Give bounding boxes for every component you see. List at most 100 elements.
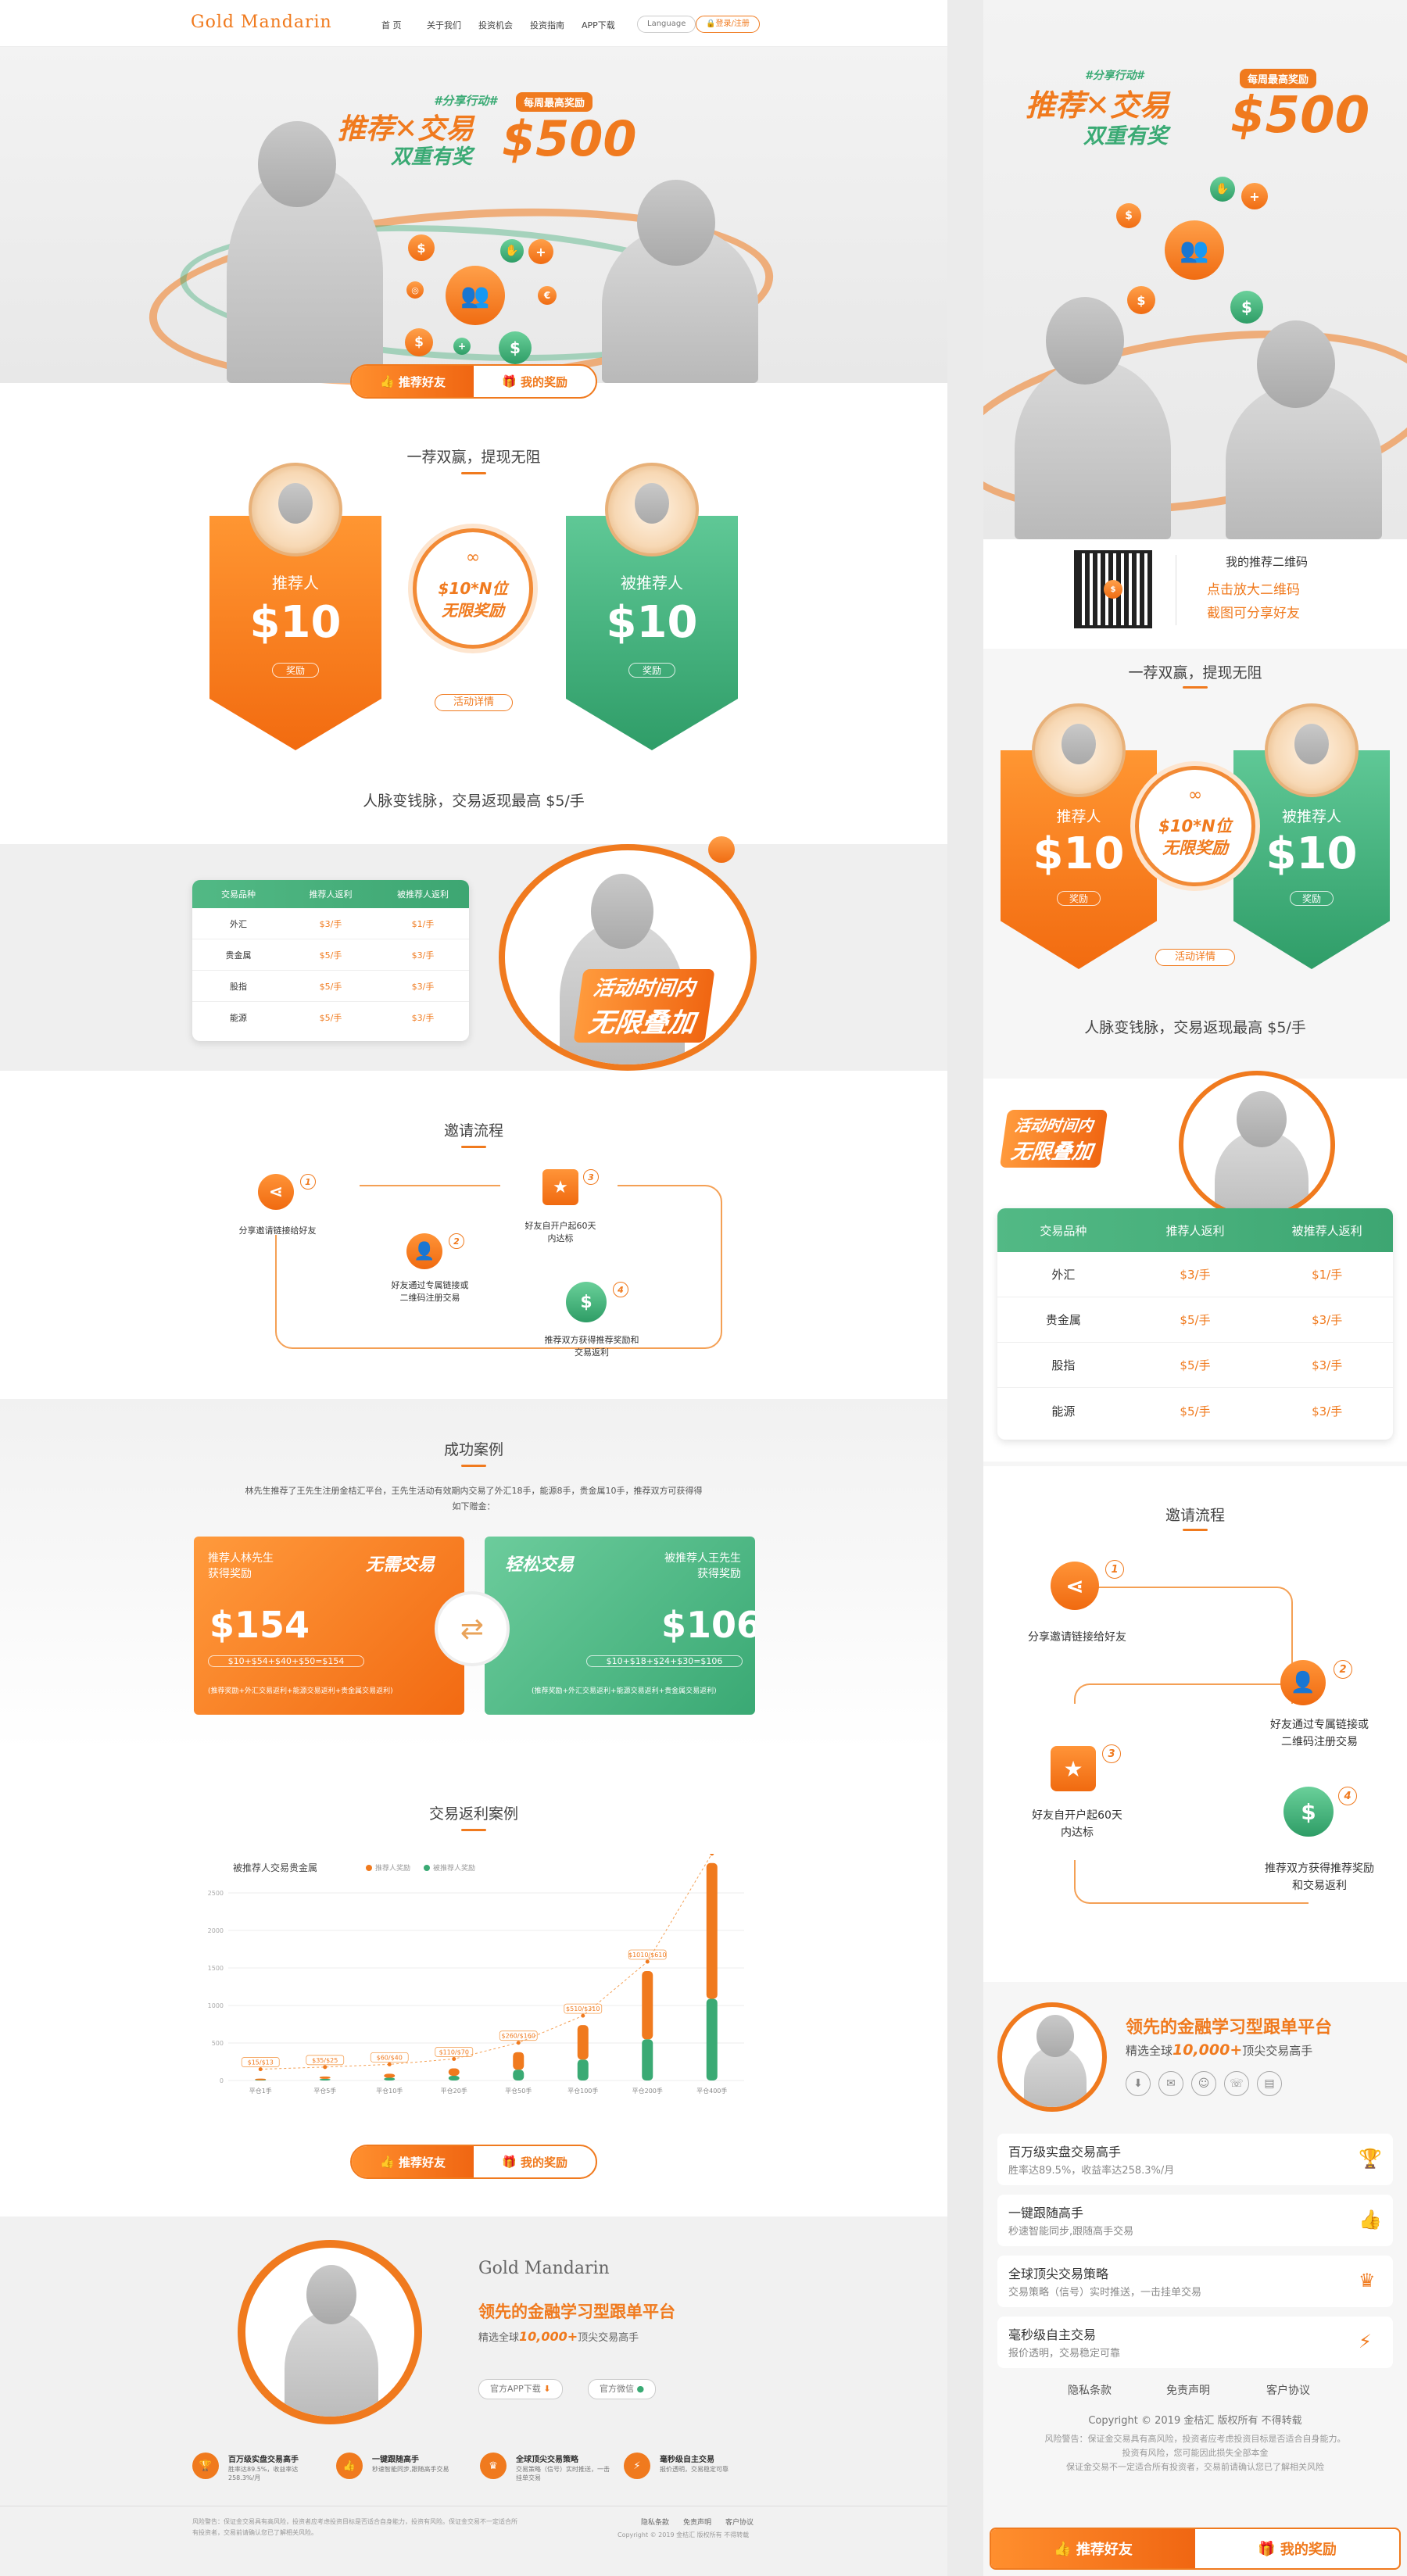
sub-pre: 精选全球 [1126,2044,1173,2058]
x-tick-label: 平仓200手 [632,2087,663,2095]
header-cell: 交易品种 [1040,1223,1087,1238]
mobile-promo-line-1: 活动时间内 [1013,1116,1095,1135]
nav-app[interactable]: APP下载 [582,19,615,31]
referrer-case-amount: $154 [209,1604,310,1646]
title-underline [1183,1529,1208,1531]
sub-post: 顶尖交易高手 [1242,2044,1313,2058]
activity-details-button[interactable]: 活动详情 [435,694,513,711]
table-cell: 外汇 [230,918,247,929]
refer-friend-tab[interactable]: 👍 推荐好友 [352,2146,474,2177]
app-btn-label: 官方APP下载 [490,2384,541,2394]
document-icon[interactable]: ▤ [1257,2071,1282,2096]
x-tick-label: 平仓400手 [696,2087,727,2095]
mobile-referee-medal [1265,703,1359,797]
gift-icon: 🎁 [502,374,521,388]
trend-point [645,1959,650,1964]
phone-icon[interactable]: ☏ [1224,2071,1249,2096]
feature-title: 毫秒级自主交易 [660,2456,714,2464]
app-download-button[interactable]: 官方APP下载 ⬇ [478,2379,563,2399]
mobile-hero: #分享行动# 推荐✕交易 双重有奖 每周最高奖励 $500 👥 ✋ + $ $ … [983,0,1407,542]
table-cell: $1/手 [1312,1268,1343,1282]
data-label: $15/$13 [248,2059,274,2066]
sub-post: 顶尖交易高手 [578,2332,639,2344]
nav-about[interactable]: 关于我们 [427,19,461,31]
mobile-table-header: 交易品种 推荐人返利 被推荐人返利 [997,1208,1393,1252]
referee-case-slogan: 轻松交易 [505,1555,575,1575]
hero-banner: #分享行动# 推荐✕交易 双重有奖 每周最高奖励 $500 👥 $ ✋ + $ … [0,47,947,405]
my-rewards-tab[interactable]: 🎁 我的奖励 [474,2146,596,2177]
trend-point [710,1854,714,1856]
table-header: 交易品种 推荐人返利 被推荐人返利 [192,880,469,908]
chat-icon[interactable]: ✉ [1158,2071,1183,2096]
table-cell: $5/手 [1180,1358,1211,1372]
my-rewards-tab[interactable]: 🎁 我的奖励 [474,366,596,397]
mobile-footer-woman-head [1036,2015,1074,2057]
nav-home[interactable]: 首 页 [381,19,402,31]
feature-title: 一键跟随高手 [1008,2206,1084,2220]
mobile-referee-amount: $10 [1266,828,1358,879]
section-title-success: 成功案例 [443,1441,503,1458]
thumb-up-icon: 👍 [1054,2540,1076,2557]
plus-small-icon: + [453,338,471,355]
header-cell: 被推荐人返利 [1291,1223,1362,1238]
title-underline [461,1146,486,1148]
step-2-text: 好友通过专属链接或 二维码注册交易 [391,1280,469,1303]
nav-opportunity[interactable]: 投资机会 [478,19,513,31]
mobile-refer-friend-tab[interactable]: 👍 推荐好友 [991,2529,1195,2568]
woman-head [637,180,715,266]
table-cell: $3/手 [411,1013,435,1023]
referee-reward-tag: 奖励 [628,663,675,678]
refer-friend-tab[interactable]: 👍 推荐好友 [352,366,474,397]
mobile-my-rewards-tab[interactable]: 🎁 我的奖励 [1195,2529,1399,2568]
plus-icon: + [528,239,553,264]
mobile-infinity-icon: ∞ [1187,785,1203,805]
nav-guide[interactable]: 投资指南 [530,19,564,31]
footer-link-agreement[interactable]: 客户协议 [725,2517,754,2527]
y-tick-label: 2500 [208,1890,224,1897]
trend-point [323,2065,328,2070]
download-icon[interactable]: ⬇ [1126,2071,1151,2096]
user-icon[interactable]: ☺ [1191,2071,1216,2096]
feature-desc: 胜率达89.5%，收益率达258.3%/月 [228,2466,299,2481]
referrer-case-formula: $10+$54+$40+$50=$154 [208,1655,364,1667]
y-tick-label: 1500 [208,1965,224,1972]
qr-code[interactable]: $ [1074,550,1152,628]
data-label: $35/$25 [312,2057,338,2064]
euro-icon: € [538,286,557,305]
table-row: 外汇 $3/手 $1/手 [997,1252,1393,1297]
mobile-link-disclaimer[interactable]: 免责声明 [1166,2382,1210,2398]
data-label: $110/$70 [439,2048,469,2055]
trend-point [258,2067,263,2072]
referrer-avatar-medal [249,463,342,556]
footer-subline: 精选全球10,000+顶尖交易高手 [478,2329,639,2344]
footer-link-privacy[interactable]: 隐私条款 [641,2517,669,2527]
referrer-case-who: 推荐人林先生 获得奖励 [208,1552,274,1580]
brand-logo[interactable]: Gold Mandarin [191,13,332,32]
trend-point [452,2056,456,2061]
feature-desc: 交易策略（信号）实时推送，一击挂单交易 [516,2466,610,2481]
bar-referrer [513,2052,524,2070]
lightning-icon: ⚡ [1359,2331,1372,2352]
referee-case-note: (推荐奖励+外汇交易返利+能源交易返利+贵金属交易返利) [532,1687,717,1695]
mobile-money-hand-icon: $ [1283,1787,1334,1837]
step-4-text: 推荐双方获得推荐奖励和 交易返利 [544,1335,639,1358]
login-button[interactable]: 🔒登录/注册 [696,16,760,33]
wechat-button[interactable]: 官方微信 ● [588,2379,657,2399]
refer-tab-label: 推荐好友 [1076,2542,1133,2558]
mobile-referrer-amount: $10 [1033,828,1125,879]
feature-desc: 报价透明，交易稳定可靠 [1008,2348,1121,2360]
mobile-activity-details-button[interactable]: 活动详情 [1155,949,1235,966]
share-icon: ⋖ [258,1174,294,1210]
mobile-bottom-tabbar: 👍 推荐好友 🎁 我的奖励 [990,2528,1401,2570]
risk-line: 保证金交易不一定适合所有投资者，交易前请确认您已了解相关风险 [1066,2462,1324,2472]
footer-woman [285,2310,378,2417]
language-select[interactable]: Language [637,16,696,33]
mobile-link-privacy[interactable]: 隐私条款 [1068,2382,1112,2398]
qr-logo-icon: $ [1104,580,1122,599]
footer-link-disclaimer[interactable]: 免责声明 [683,2517,711,2527]
feature-desc: 秒速智能同步,跟随高手交易 [372,2466,449,2473]
risk-line: 风险警告：保证金交易具有高风险，投资者应考虑投资目标是否适合自身能力。 [1044,2434,1346,2444]
rewards-tab-label: 我的奖励 [520,2155,567,2170]
mobile-link-agreement[interactable]: 客户协议 [1266,2382,1310,2398]
trend-point [516,2041,521,2045]
